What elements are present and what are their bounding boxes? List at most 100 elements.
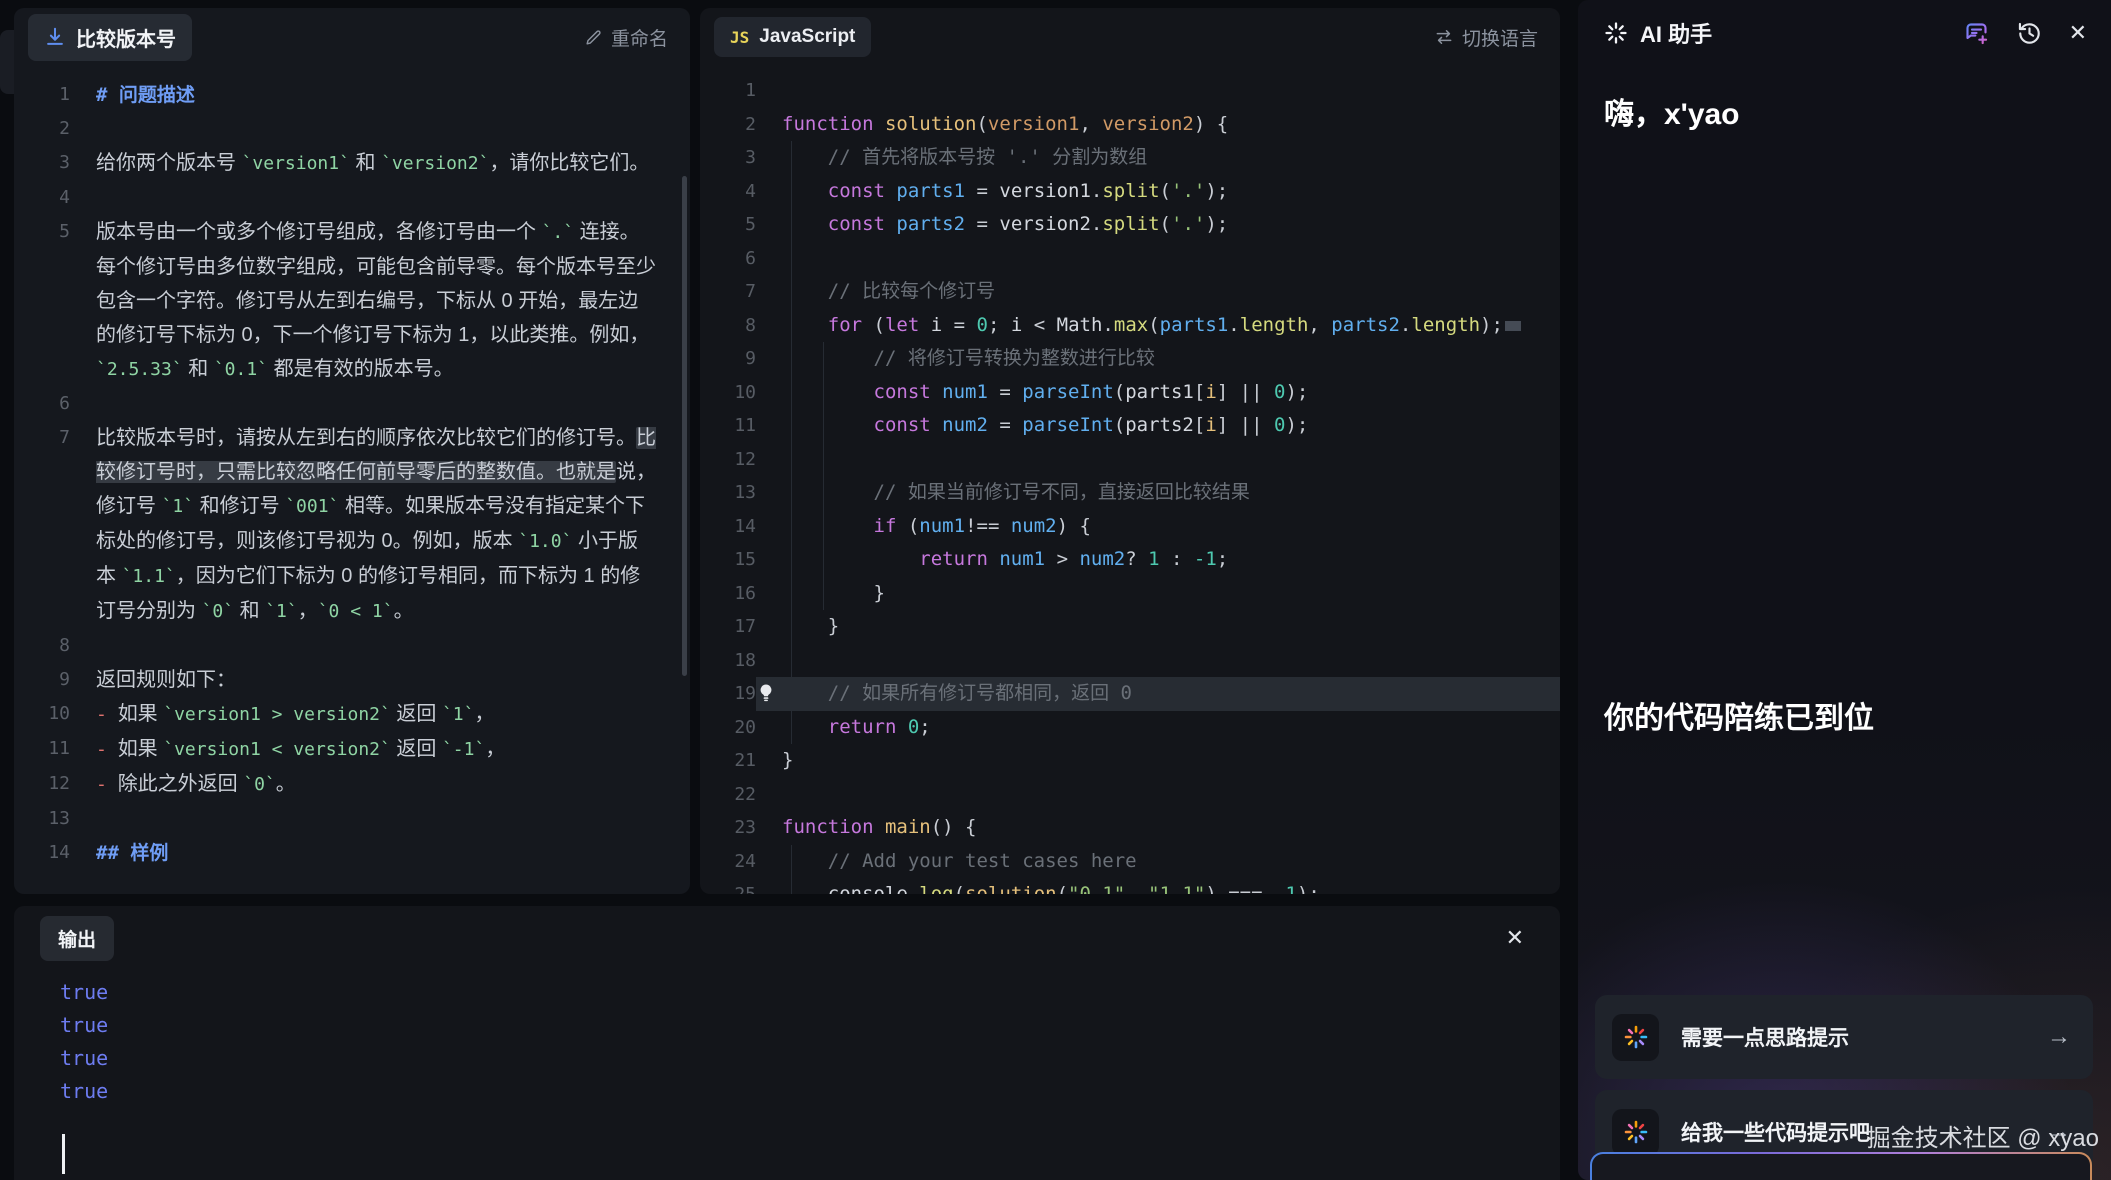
code-line: 19 // 如果所有修订号都相同，返回 0 <box>700 677 1560 711</box>
code-editor[interactable]: 12function solution(version1, version2) … <box>700 66 1560 894</box>
text-segment: ， <box>298 600 318 622</box>
text-segment: `0` <box>202 601 235 622</box>
code-line: 2function solution(version1, version2) { <box>700 108 1560 142</box>
rename-button[interactable]: 重命名 <box>584 24 668 51</box>
code-line-text: const parts1 = version1.split('.'); <box>782 175 1560 209</box>
problem-content[interactable]: 1# 问题描述23给你两个版本号 `version1` 和 `version2`… <box>14 66 690 894</box>
ai-question-input[interactable] <box>1592 1154 2090 1180</box>
code-line: 16 } <box>700 577 1560 611</box>
code-token: = <box>965 180 999 202</box>
line-number: 7 <box>14 421 70 629</box>
code-token: . <box>1102 314 1113 336</box>
problem-line-text: # 问题描述 <box>96 78 656 112</box>
text-segment: `version1 < version2` <box>163 739 391 760</box>
code-token: solution <box>885 113 977 135</box>
sparkle-icon <box>1604 21 1628 45</box>
problem-line: 10- 如果 `version1 > version2` 返回 `1`， <box>14 697 690 732</box>
code-line-text <box>782 443 1560 477</box>
code-token <box>1505 321 1521 331</box>
problem-line: 12- 除此之外返回 `0`。 <box>14 767 690 802</box>
code-token: version2 <box>999 213 1091 235</box>
code-token: num2 <box>942 414 988 436</box>
line-number: 6 <box>14 387 70 421</box>
ai-greeting-line1: 嗨，x'yao <box>1604 94 2085 697</box>
code-token: = <box>965 213 999 235</box>
code-token: // 首先将版本号按 '.' 分割为数组 <box>782 146 1147 168</box>
code-token: const <box>874 381 943 403</box>
code-token: ); <box>1285 381 1308 403</box>
code-token: } <box>782 749 793 771</box>
text-segment: `-1` <box>442 739 485 760</box>
lightbulb-icon <box>758 683 776 705</box>
problem-line: 13 <box>14 802 690 836</box>
output-console[interactable]: truetruetruetrue <box>14 970 1560 1174</box>
code-token: parts1 <box>1160 314 1229 336</box>
code-token: ( <box>976 113 987 135</box>
code-token <box>782 314 828 336</box>
code-line-text: console.log(solution("0.1", "1.1") === -… <box>782 878 1560 894</box>
line-number: 14 <box>14 836 70 870</box>
line-number: 10 <box>14 697 70 732</box>
collapsed-sidebar-tab[interactable] <box>0 30 14 94</box>
text-segment: 返回 <box>391 703 442 725</box>
output-tab[interactable]: 输出 <box>40 916 114 961</box>
code-token: ); <box>1205 213 1228 235</box>
code-token: function <box>782 113 885 135</box>
code-token: 0 <box>1274 381 1285 403</box>
history-icon[interactable] <box>2016 20 2043 47</box>
ai-close-icon[interactable]: ✕ <box>2069 22 2087 44</box>
text-segment: 都是有效的版本号。 <box>268 358 454 380</box>
code-line-text: // 如果当前修订号不同，直接返回比较结果 <box>782 476 1560 510</box>
problem-panel-header: 比较版本号 重命名 <box>14 8 690 66</box>
text-segment: `version1` <box>242 153 350 174</box>
code-line-text: const num2 = parseInt(parts2[i] || 0); <box>782 409 1560 443</box>
text-segment: 。 <box>276 773 296 795</box>
code-token: ( <box>1148 314 1159 336</box>
code-token <box>782 414 874 436</box>
code-token: split <box>1102 180 1159 202</box>
problem-scrollbar[interactable] <box>682 176 687 676</box>
problem-title-tab[interactable]: 比较版本号 <box>28 14 192 61</box>
switch-language-button[interactable]: 切换语言 <box>1434 24 1538 51</box>
code-token: parts2 <box>896 213 965 235</box>
suggestion-card[interactable]: 需要一点思路提示 → <box>1595 995 2093 1079</box>
text-segment: 除此之外返回 <box>118 773 244 795</box>
code-token: . <box>1400 314 1411 336</box>
code-token: = <box>942 314 976 336</box>
code-token: = <box>988 414 1022 436</box>
code-line: 6 <box>700 242 1560 276</box>
line-number: 8 <box>14 629 70 663</box>
code-token: . <box>908 883 919 894</box>
new-chat-icon[interactable] <box>1963 20 1990 47</box>
code-token: ); <box>1480 314 1503 336</box>
line-number: 8 <box>700 309 756 343</box>
code-token: , <box>1308 314 1331 336</box>
code-line: 7 // 比较每个修订号 <box>700 275 1560 309</box>
ai-greeting-line2: 你的代码陪练已到位 <box>1604 697 2085 965</box>
output-line: true <box>60 1042 1560 1075</box>
code-token: if <box>874 515 897 537</box>
line-number: 11 <box>700 409 756 443</box>
code-line: 23function main() { <box>700 811 1560 845</box>
code-token: version1 <box>999 180 1091 202</box>
output-header: 输出 ✕ <box>14 906 1560 970</box>
text-segment: - <box>96 704 118 725</box>
text-segment: 和 <box>350 152 381 174</box>
code-token: || <box>1240 381 1274 403</box>
ai-title: AI 助手 <box>1640 17 1712 49</box>
text-segment: `1.1` <box>122 566 176 587</box>
code-token: length <box>1411 314 1480 336</box>
line-number: 25 <box>700 878 756 894</box>
swap-arrows-icon <box>1434 27 1454 47</box>
output-close-icon[interactable]: ✕ <box>1506 927 1524 949</box>
line-number: 11 <box>14 732 70 767</box>
language-tab[interactable]: JS JavaScript <box>714 17 871 57</box>
problem-line: 11- 如果 `version1 < version2` 返回 `-1`， <box>14 732 690 767</box>
code-token: // 如果所有修订号都相同，返回 0 <box>782 682 1132 704</box>
code-line: 11 const num2 = parseInt(parts2[i] || 0)… <box>700 409 1560 443</box>
text-segment: 如果 <box>118 738 164 760</box>
text-segment: 和 <box>234 600 265 622</box>
line-number: 6 <box>700 242 756 276</box>
text-segment: `version2` <box>381 153 489 174</box>
line-number: 12 <box>700 443 756 477</box>
